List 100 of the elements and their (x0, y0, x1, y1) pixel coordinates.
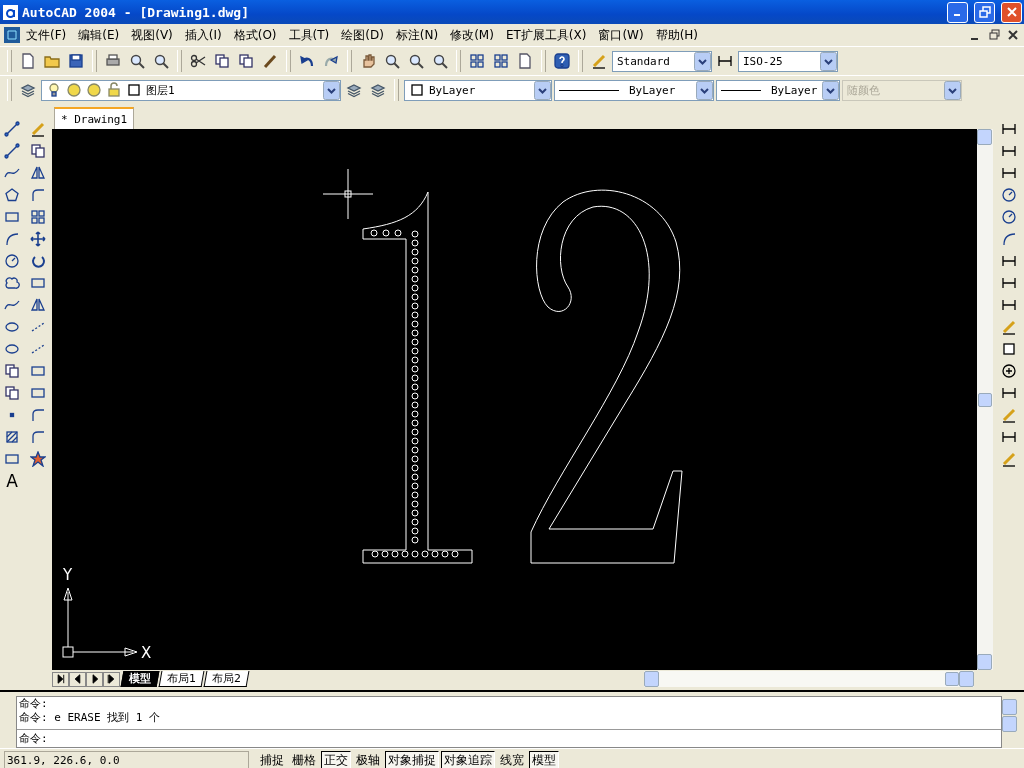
cloud-icon[interactable] (4, 275, 20, 291)
scroll-thumb[interactable] (945, 672, 960, 686)
arc-icon[interactable] (4, 231, 20, 247)
menu-item[interactable]: 标注(N) (389, 26, 445, 44)
lineweight-dropdown[interactable]: ByLayer (716, 79, 840, 101)
dimension-icon[interactable] (1001, 297, 1017, 313)
drawing-canvas[interactable]: X Y (51, 129, 977, 670)
menu-item[interactable]: 工具(T) (282, 26, 336, 44)
grid-icon[interactable] (30, 209, 46, 225)
menu-item[interactable]: 格式(O) (227, 26, 283, 44)
circle-icon[interactable] (4, 253, 20, 269)
magnifier-icon[interactable] (408, 53, 424, 69)
caret-icon[interactable] (323, 80, 340, 100)
caret-icon[interactable] (694, 51, 711, 71)
dimension-icon[interactable] (1001, 253, 1017, 269)
mirror-icon[interactable] (30, 165, 46, 181)
layout-tab[interactable]: 布局2 (203, 671, 250, 687)
menu-item[interactable]: 窗口(W) (592, 26, 650, 44)
menu-item[interactable]: ET扩展工具(X) (499, 26, 593, 44)
line-icon[interactable] (4, 121, 20, 137)
layers-icon[interactable] (20, 82, 36, 98)
ellipse-icon[interactable] (4, 341, 20, 357)
layout-tab[interactable]: 模型 (120, 671, 160, 687)
pencil-icon[interactable] (1001, 407, 1017, 423)
page-icon[interactable] (517, 53, 533, 69)
rectangle-icon[interactable] (30, 275, 46, 291)
help-icon[interactable] (554, 53, 570, 69)
status-toggle-button[interactable]: 模型 (529, 751, 559, 768)
dimension-icon[interactable] (717, 53, 733, 69)
linetype-dropdown[interactable]: ByLayer (554, 79, 714, 101)
printer-icon[interactable] (105, 53, 121, 69)
scroll-thumb[interactable] (977, 392, 992, 407)
menu-item[interactable]: 修改(M) (444, 26, 500, 44)
magnifier-icon[interactable] (153, 53, 169, 69)
magnifier-icon[interactable] (384, 53, 400, 69)
status-toggle-button[interactable]: 线宽 (497, 751, 527, 768)
restore-icon[interactable] (978, 6, 991, 18)
caret-icon[interactable] (820, 51, 837, 71)
burst-icon[interactable] (30, 451, 46, 467)
dimension-icon[interactable] (1001, 385, 1017, 401)
text-style-dropdown[interactable]: Standard (612, 50, 712, 72)
pentagon-icon[interactable] (4, 187, 20, 203)
close-button[interactable] (1001, 1, 1022, 23)
pencil-icon[interactable] (1001, 451, 1017, 467)
pages-icon[interactable] (214, 53, 230, 69)
status-toggle-button[interactable]: 极轴 (353, 751, 383, 768)
rectangle-icon[interactable] (30, 363, 46, 379)
rectangle-icon[interactable] (30, 385, 46, 401)
dimension-icon[interactable] (1001, 165, 1017, 181)
sun-icon[interactable] (66, 82, 82, 98)
pages-icon[interactable] (238, 53, 254, 69)
dimension-icon[interactable] (1001, 143, 1017, 159)
sun-icon[interactable] (86, 82, 102, 98)
restore-button[interactable] (974, 1, 995, 23)
ellipse-icon[interactable] (4, 319, 20, 335)
padlock-icon[interactable] (106, 82, 122, 98)
arc-icon[interactable] (1001, 231, 1017, 247)
menu-item[interactable]: 文件(F) (20, 26, 73, 44)
corner-icon[interactable] (30, 407, 46, 423)
folder-icon[interactable] (44, 53, 60, 69)
mirror-icon[interactable] (30, 297, 46, 313)
pencil-icon[interactable] (591, 53, 607, 69)
hatch-icon[interactable] (4, 429, 20, 445)
menu-item[interactable]: 帮助(H) (649, 26, 704, 44)
rectangle-icon[interactable] (4, 451, 20, 467)
rectangle-icon[interactable] (4, 209, 20, 225)
caret-icon[interactable] (696, 80, 713, 100)
layout-tab[interactable]: 布局1 (158, 671, 205, 687)
document-tab[interactable]: * Drawing1 (53, 107, 135, 129)
horizontal-scrollbar[interactable] (644, 671, 975, 687)
dimension-icon[interactable] (1001, 429, 1017, 445)
move-arrows-icon[interactable] (30, 231, 46, 247)
dimension-style-dropdown[interactable]: ISO-25 (738, 50, 838, 72)
color-dropdown[interactable]: ByLayer (404, 79, 552, 101)
corner-icon[interactable] (30, 187, 46, 203)
grid-icon[interactable] (469, 53, 485, 69)
pages-icon[interactable] (4, 385, 20, 401)
crosshair-circle-icon[interactable] (1001, 363, 1017, 379)
redo-arrow-icon[interactable] (323, 53, 339, 69)
scissors-icon[interactable] (190, 53, 206, 69)
pencil-icon[interactable] (30, 121, 46, 137)
pencil-icon[interactable] (1001, 319, 1017, 335)
caret-icon[interactable] (534, 80, 551, 100)
brush-icon[interactable] (262, 53, 278, 69)
layer-dropdown[interactable]: 图层1 (41, 79, 341, 101)
command-prompt[interactable]: 命令: (19, 730, 48, 747)
status-toggle-button[interactable]: 捕捉 (257, 751, 287, 768)
status-toggle-button[interactable]: 对象追踪 (441, 751, 495, 768)
menu-item[interactable]: 绘图(D) (335, 26, 390, 44)
status-toggle-button[interactable]: 正交 (321, 751, 351, 768)
pages-icon[interactable] (30, 143, 46, 159)
layers-icon[interactable] (370, 82, 386, 98)
circle-icon[interactable] (1001, 187, 1017, 203)
circle-icon[interactable] (1001, 209, 1017, 225)
line-icon[interactable] (4, 143, 20, 159)
menu-item[interactable]: 视图(V) (125, 26, 179, 44)
status-toggle-button[interactable]: 对象捕捉 (385, 751, 439, 768)
pages-icon[interactable] (4, 363, 20, 379)
corner-icon[interactable] (30, 429, 46, 445)
layers-icon[interactable] (346, 82, 362, 98)
